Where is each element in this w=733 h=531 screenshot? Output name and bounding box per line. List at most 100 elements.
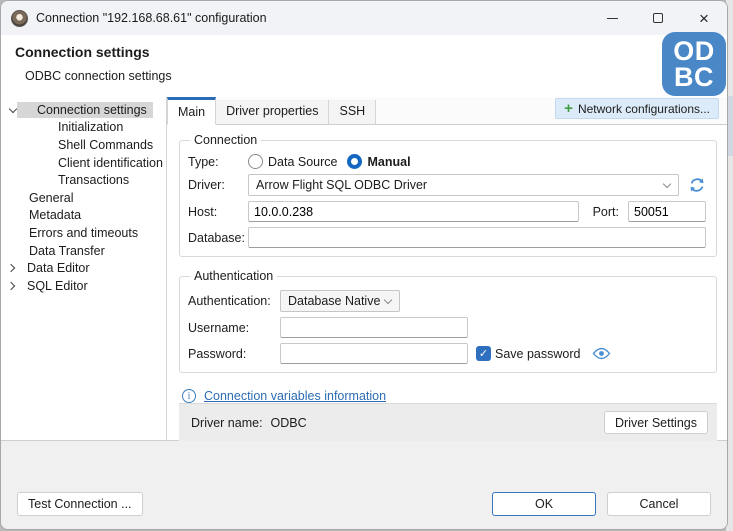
driver-settings-button[interactable]: Driver Settings: [604, 411, 708, 434]
authentication-group-legend: Authentication: [190, 269, 277, 283]
tab-main[interactable]: Main: [167, 97, 216, 125]
connection-group-legend: Connection: [190, 133, 261, 147]
plus-icon: +: [564, 101, 573, 116]
connection-variables-row: i Connection variables information: [182, 389, 717, 403]
dbeaver-app-icon: [11, 10, 28, 27]
sidebar-item-label: Errors and timeouts: [29, 226, 138, 240]
tab-bar: Main Driver properties SSH + Network con…: [167, 97, 727, 125]
driver-row: Driver: Arrow Flight SQL ODBC Driver: [188, 174, 706, 196]
cancel-button[interactable]: Cancel: [607, 492, 711, 516]
driver-name-label: Driver name:: [191, 416, 263, 430]
minimize-button[interactable]: [589, 1, 635, 35]
type-label: Type:: [188, 155, 248, 169]
info-icon: i: [182, 389, 196, 403]
window-title: Connection "192.168.68.61" configuration: [36, 11, 267, 25]
password-input[interactable]: [280, 343, 468, 364]
network-configurations-label: Network configurations...: [578, 102, 710, 116]
maximize-button[interactable]: [635, 1, 681, 35]
database-row: Database:: [188, 227, 706, 248]
driver-name-value: ODBC: [271, 416, 307, 430]
test-connection-button[interactable]: Test Connection ...: [17, 492, 143, 516]
tab-ssh[interactable]: SSH: [329, 100, 376, 124]
type-row: Type: Data Source Manual: [188, 154, 706, 169]
sidebar-item-label: SQL Editor: [16, 279, 88, 293]
sidebar-item-label: Metadata: [29, 208, 81, 222]
close-icon: ×: [699, 10, 709, 27]
chevron-right-icon[interactable]: [8, 282, 16, 290]
sidebar-item-transactions[interactable]: Transactions: [1, 171, 166, 189]
sidebar-item-label: Transactions: [58, 173, 129, 187]
sidebar-item-initialization[interactable]: Initialization: [1, 119, 166, 137]
authentication-group: Authentication Authentication: Database …: [179, 269, 717, 373]
authentication-row: Authentication: Database Native: [188, 290, 706, 312]
sidebar-item-shell-commands[interactable]: Shell Commands: [1, 136, 166, 154]
authentication-dropdown[interactable]: Database Native: [280, 290, 400, 312]
password-row: Password: ✓ Save password: [188, 343, 706, 364]
password-label: Password:: [188, 347, 280, 361]
network-configurations-button[interactable]: + Network configurations...: [555, 98, 719, 119]
sidebar-item-label: Shell Commands: [58, 138, 153, 152]
connection-variables-link[interactable]: Connection variables information: [204, 389, 386, 403]
save-password-checkbox[interactable]: ✓: [476, 346, 491, 361]
sidebar-item-label: Client identification: [58, 156, 163, 170]
chevron-right-icon[interactable]: [8, 264, 16, 272]
chevron-down-icon[interactable]: [9, 106, 17, 114]
main-panel: Main Driver properties SSH + Network con…: [167, 97, 727, 440]
sidebar-item-sql-editor[interactable]: SQL Editor: [1, 277, 166, 295]
sidebar-item-label: Initialization: [58, 120, 123, 134]
database-label: Database:: [188, 231, 248, 245]
username-row: Username:: [188, 317, 706, 338]
database-input[interactable]: [248, 227, 706, 248]
save-password-label[interactable]: Save password: [495, 347, 580, 361]
connection-configuration-dialog: Connection "192.168.68.61" configuration…: [0, 0, 728, 530]
dialog-body: Connection settings Initialization Shell…: [1, 97, 727, 441]
port-label: Port:: [593, 205, 619, 219]
data-source-radio[interactable]: [248, 154, 263, 169]
sidebar-item-label: Data Editor: [16, 261, 90, 275]
port-input[interactable]: [628, 201, 706, 222]
driver-label: Driver:: [188, 178, 248, 192]
chevron-down-icon: [384, 297, 392, 305]
checkmark-icon: ✓: [479, 347, 488, 360]
sidebar-item-connection-settings[interactable]: Connection settings: [1, 101, 166, 119]
show-password-eye-icon[interactable]: [592, 347, 611, 360]
footer-action-buttons: OK Cancel: [492, 492, 711, 516]
ok-button[interactable]: OK: [492, 492, 596, 516]
odbc-logo: OD BC: [662, 32, 726, 96]
data-source-radio-label[interactable]: Data Source: [268, 155, 337, 169]
host-row: Host: Port:: [188, 201, 706, 222]
close-button[interactable]: ×: [681, 1, 727, 35]
odbc-logo-line2: BC: [674, 64, 714, 90]
sidebar-item-general[interactable]: General: [1, 189, 166, 207]
sidebar-item-metadata[interactable]: Metadata: [1, 207, 166, 225]
title-bar: Connection "192.168.68.61" configuration…: [1, 1, 727, 35]
tab-driver-properties[interactable]: Driver properties: [216, 100, 329, 124]
username-input[interactable]: [280, 317, 468, 338]
page-subtitle: ODBC connection settings: [25, 69, 172, 83]
dialog-header: Connection settings ODBC connection sett…: [1, 35, 727, 97]
window-controls: ×: [589, 1, 727, 35]
host-label: Host:: [188, 205, 248, 219]
sidebar-item-label: Connection settings: [17, 102, 153, 118]
dialog-footer: Test Connection ... OK Cancel: [1, 441, 727, 529]
authentication-label: Authentication:: [188, 294, 280, 308]
settings-tree: Connection settings Initialization Shell…: [1, 97, 167, 440]
refresh-drivers-icon[interactable]: [688, 176, 706, 194]
username-label: Username:: [188, 321, 280, 335]
host-input[interactable]: [248, 201, 579, 222]
driver-dropdown-value: Arrow Flight SQL ODBC Driver: [256, 178, 427, 192]
sidebar-item-data-transfer[interactable]: Data Transfer: [1, 242, 166, 260]
sidebar-item-errors-and-timeouts[interactable]: Errors and timeouts: [1, 224, 166, 242]
maximize-icon: [653, 13, 663, 23]
sidebar-item-data-editor[interactable]: Data Editor: [1, 259, 166, 277]
chevron-down-icon: [663, 181, 671, 189]
manual-radio-label[interactable]: Manual: [367, 155, 410, 169]
odbc-logo-line1: OD: [673, 38, 715, 64]
driver-dropdown[interactable]: Arrow Flight SQL ODBC Driver: [248, 174, 679, 196]
minimize-icon: [607, 18, 618, 19]
sidebar-item-label: Data Transfer: [29, 244, 105, 258]
manual-radio[interactable]: [347, 154, 362, 169]
page-title: Connection settings: [15, 44, 150, 60]
sidebar-item-label: General: [29, 191, 73, 205]
sidebar-item-client-identification[interactable]: Client identification: [1, 154, 166, 172]
